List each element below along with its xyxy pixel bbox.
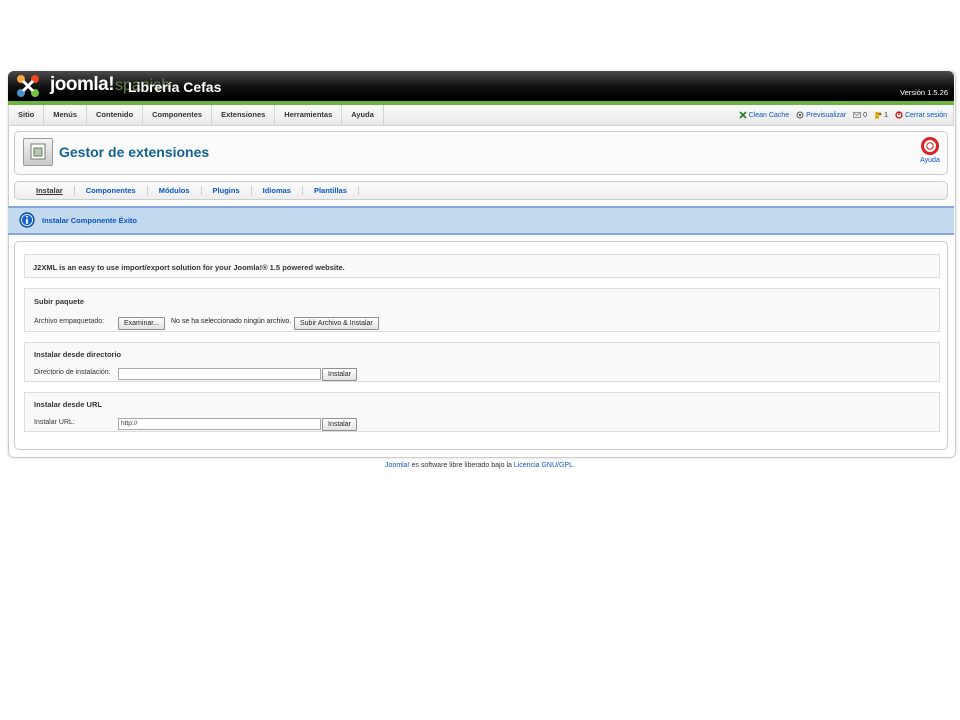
joomla-logo-icon xyxy=(17,75,39,97)
users-count[interactable]: 1 xyxy=(874,111,888,119)
upload-label: Archivo empaquetado: xyxy=(34,318,105,325)
preview-label: Previsualizar xyxy=(806,111,847,119)
submenu-plantillas[interactable]: Plantillas xyxy=(303,186,359,195)
menu-item-extensiones[interactable]: Extensiones xyxy=(212,105,276,125)
logout-icon xyxy=(895,111,903,119)
help-button[interactable]: Ayuda xyxy=(919,137,941,164)
install-content: J2XML is an easy to use import/export so… xyxy=(14,241,948,450)
install-url-fieldset: Instalar desde URL Instalar URL: http://… xyxy=(24,392,940,432)
upload-package-fieldset: Subir paquete Archivo empaquetado: Exami… xyxy=(24,288,940,332)
submenu: Instalar Componentes Módulos Plugins Idi… xyxy=(14,181,948,200)
broom-icon xyxy=(739,111,747,119)
menu-item-sitio[interactable]: Sitio xyxy=(9,105,45,125)
mail-icon xyxy=(853,112,862,118)
menu-item-menus[interactable]: Menús xyxy=(44,105,88,125)
directory-legend: Instalar desde directorio xyxy=(34,350,122,359)
install-directory-button[interactable]: Instalar xyxy=(322,368,357,381)
messages-count[interactable]: 0 xyxy=(853,111,867,119)
users-count-label: 1 xyxy=(884,111,888,119)
directory-input[interactable] xyxy=(118,368,321,380)
extension-manager-icon xyxy=(23,138,53,166)
message-text: Instalar Componente Éxito xyxy=(42,216,138,225)
site-name: Librería Cefas xyxy=(128,79,222,95)
url-label: Instalar URL: xyxy=(34,419,75,426)
submenu-modulos[interactable]: Módulos xyxy=(148,186,202,195)
page-title: Gestor de extensiones xyxy=(59,144,210,160)
joomla-logo-text: joomla! xyxy=(50,74,115,95)
extension-description-box: J2XML is an easy to use import/export so… xyxy=(24,254,940,278)
submenu-plugins[interactable]: Plugins xyxy=(202,186,252,195)
upload-install-button[interactable]: Subir Archivo & Instalar xyxy=(294,317,379,330)
menu-item-herramientas[interactable]: Herramientas xyxy=(275,105,343,125)
submenu-idiomas[interactable]: Idiomas xyxy=(252,186,303,195)
menu-item-ayuda[interactable]: Ayuda xyxy=(342,105,384,125)
install-url-button[interactable]: Instalar xyxy=(322,418,357,431)
submenu-componentes[interactable]: Componentes xyxy=(75,186,148,195)
directory-label: Directorio de instalación: xyxy=(34,369,111,376)
admin-panel: joomla! spanish Librería Cefas Versión 1… xyxy=(8,71,954,450)
preview-icon xyxy=(796,111,804,119)
lifebuoy-icon xyxy=(921,137,939,155)
clean-cache-link[interactable]: Clean Cache xyxy=(739,111,789,119)
logout-label: Cerrar sesión xyxy=(904,111,947,119)
url-input[interactable]: http:// xyxy=(118,418,321,430)
logout-link[interactable]: Cerrar sesión xyxy=(895,111,947,119)
install-directory-fieldset: Instalar desde directorio Directorio de … xyxy=(24,342,940,382)
version-label: Versión 1.5.26 xyxy=(900,88,948,97)
joomla-footer-link[interactable]: Joomla! xyxy=(385,462,410,469)
header: joomla! spanish Librería Cefas Versión 1… xyxy=(8,71,954,101)
footer: Joomla! es software libre liberado bajo … xyxy=(0,462,960,469)
menu-item-componentes[interactable]: Componentes xyxy=(143,105,213,125)
browse-button[interactable]: Examinar... xyxy=(118,317,166,330)
toolbar-box: Gestor de extensiones Ayuda xyxy=(14,131,948,175)
status-bar: Clean Cache Previsualizar 0 1 Cerrar ses… xyxy=(739,105,947,125)
menu-bar: Sitio Menús Contenido Componentes Extens… xyxy=(8,105,954,126)
url-legend: Instalar desde URL xyxy=(34,400,102,409)
system-message: Instalar Componente Éxito xyxy=(8,206,954,235)
messages-count-label: 0 xyxy=(863,111,868,119)
no-file-text: No se ha seleccionado ningún archivo. xyxy=(171,318,292,325)
submenu-instalar[interactable]: Instalar xyxy=(25,186,75,195)
clean-cache-label: Clean Cache xyxy=(748,111,790,119)
footer-text: es software libre liberado bajo la xyxy=(409,462,514,469)
upload-legend: Subir paquete xyxy=(34,297,85,306)
menu-item-contenido[interactable]: Contenido xyxy=(87,105,144,125)
preview-link[interactable]: Previsualizar xyxy=(796,111,846,119)
help-label: Ayuda xyxy=(920,157,940,164)
info-icon xyxy=(19,212,35,228)
users-icon xyxy=(875,111,882,119)
license-link[interactable]: Licencia GNU/GPL xyxy=(514,462,573,469)
footer-end: . xyxy=(572,462,575,469)
extension-description: J2XML is an easy to use import/export so… xyxy=(33,263,345,272)
